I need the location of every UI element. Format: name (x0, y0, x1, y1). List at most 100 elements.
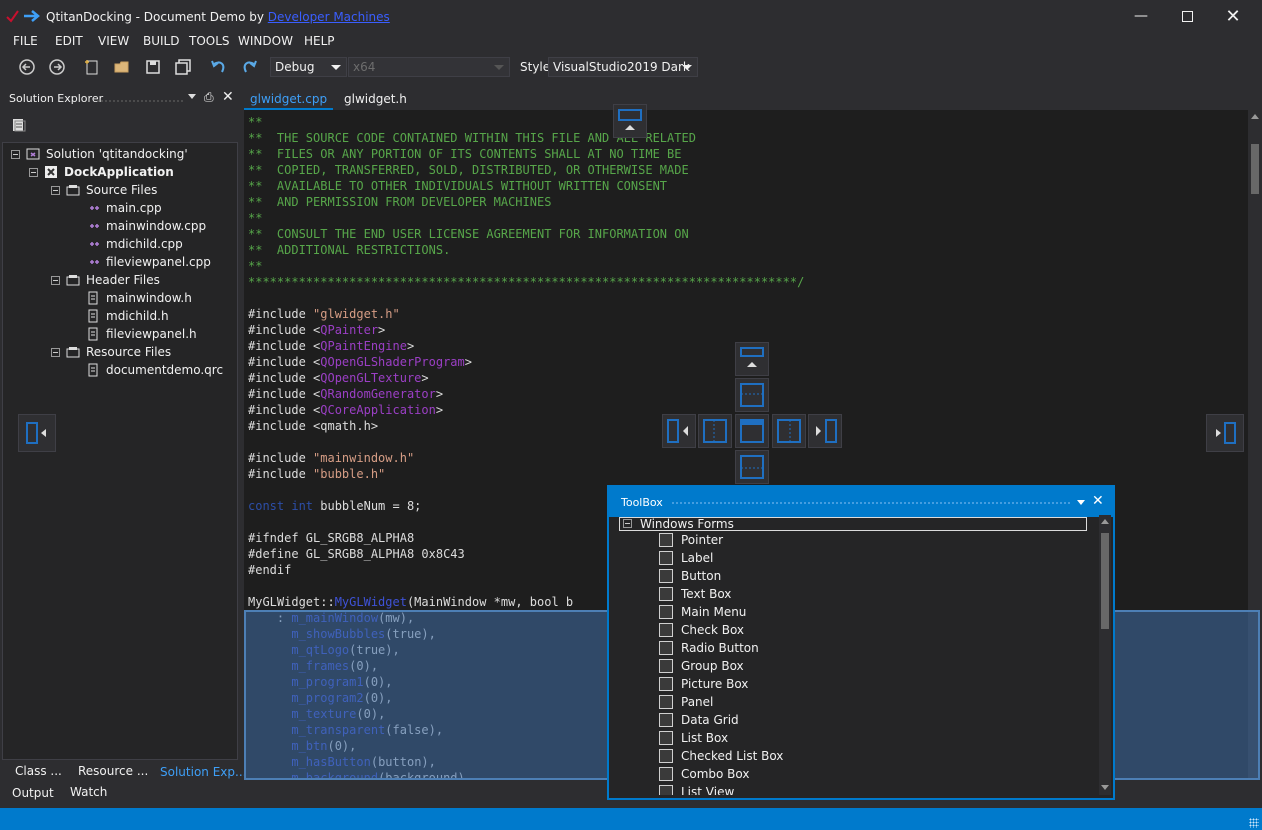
tab-watch[interactable]: Watch (70, 785, 107, 799)
compass-center[interactable] (735, 414, 769, 448)
code-line[interactable]: #include <QPainter> (248, 322, 804, 338)
code-line[interactable]: ** FILES OR ANY PORTION OF ITS CONTENTS … (248, 146, 804, 162)
menu-tools[interactable]: TOOLS (189, 34, 230, 48)
code-line[interactable]: ** AVAILABLE TO OTHER INDIVIDUALS WITHOU… (248, 178, 804, 194)
code-line[interactable]: ** (248, 258, 804, 274)
compass-right[interactable] (772, 414, 806, 448)
toolbox-item[interactable]: Panel (659, 693, 713, 711)
scroll-thumb[interactable] (1251, 144, 1259, 194)
tree-item[interactable]: fileviewpanel.h (71, 325, 197, 343)
toolbox-item[interactable]: Text Box (659, 585, 731, 603)
collapse-icon[interactable] (11, 149, 20, 159)
scroll-up-icon[interactable] (1251, 114, 1259, 119)
close-window-button[interactable]: ✕ (1210, 0, 1256, 32)
compass-left-outer[interactable] (662, 414, 696, 448)
drag-grip[interactable] (671, 501, 1071, 505)
menu-build[interactable]: BUILD (143, 34, 179, 48)
code-line[interactable]: ** THE SOURCE CODE CONTAINED WITHIN THIS… (248, 130, 804, 146)
developer-link[interactable]: Developer Machines (268, 10, 390, 24)
dock-left-hint[interactable] (18, 414, 56, 452)
toolbox-scrollbar[interactable] (1099, 515, 1111, 795)
code-line[interactable]: ** (248, 210, 804, 226)
code-line[interactable]: ****************************************… (248, 274, 804, 290)
toolbox-item[interactable]: Check Box (659, 621, 744, 639)
tree-item[interactable]: Header Files (51, 271, 160, 289)
scroll-down-icon[interactable] (1101, 785, 1109, 790)
code-line[interactable]: #include "glwidget.h" (248, 306, 804, 322)
dock-right-hint[interactable] (1206, 414, 1244, 452)
tab-glwidget-cpp[interactable]: glwidget.cpp (244, 88, 334, 110)
panel-menu-icon[interactable] (188, 94, 196, 99)
code-line[interactable]: ** (248, 114, 804, 130)
configuration-select[interactable]: Debug (270, 57, 347, 77)
save-all-icon[interactable] (174, 58, 192, 76)
pin-icon[interactable]: ⎙ (204, 90, 214, 105)
code-line[interactable] (248, 290, 804, 306)
tree-item[interactable]: main.cpp (71, 199, 162, 217)
code-line[interactable]: ** COPIED, TRANSFERRED, SOLD, DISTRIBUTE… (248, 162, 804, 178)
tree-item[interactable]: Solution 'qtitandocking' (11, 145, 188, 163)
tab-resource-view[interactable]: Resource ... (78, 764, 148, 778)
tree-item[interactable]: fileviewpanel.cpp (71, 253, 211, 271)
forward-icon[interactable] (48, 58, 66, 76)
minimize-button[interactable]: — (1118, 0, 1164, 32)
tree-item[interactable]: mdichild.h (71, 307, 169, 325)
undo-icon[interactable] (210, 58, 228, 76)
toolbox-item[interactable]: Combo Box (659, 765, 750, 783)
close-toolbox-icon[interactable]: ✕ (1092, 493, 1104, 509)
code-line[interactable]: ** ADDITIONAL RESTRICTIONS. (248, 242, 804, 258)
code-line[interactable]: ** AND PERMISSION FROM DEVELOPER MACHINE… (248, 194, 804, 210)
toolbox-item[interactable]: Picture Box (659, 675, 748, 693)
compass-top[interactable] (735, 378, 769, 412)
toolbox-item[interactable]: Checked List Box (659, 747, 783, 765)
menu-file[interactable]: FILE (13, 34, 38, 48)
compass-right-outer[interactable] (808, 414, 842, 448)
redo-icon[interactable] (240, 58, 258, 76)
scroll-up-icon[interactable] (1101, 519, 1109, 524)
back-icon[interactable] (18, 58, 36, 76)
menu-edit[interactable]: EDIT (55, 34, 83, 48)
toolbox-item[interactable]: Group Box (659, 657, 744, 675)
tab-output[interactable]: Output (12, 786, 54, 800)
tree-item[interactable]: mainwindow.h (71, 289, 192, 307)
tree-item[interactable]: mainwindow.cpp (71, 217, 206, 235)
toolbox-menu-icon[interactable] (1077, 500, 1085, 505)
tree-item[interactable]: mdichild.cpp (71, 235, 183, 253)
save-icon[interactable] (144, 58, 162, 76)
collapse-icon[interactable] (51, 275, 60, 285)
resize-grip-icon[interactable] (1249, 818, 1259, 828)
new-file-icon[interactable] (83, 58, 101, 76)
collapse-icon[interactable] (623, 519, 632, 528)
toolbox-item[interactable]: Data Grid (659, 711, 739, 729)
open-folder-icon[interactable] (113, 58, 131, 76)
tree-item[interactable]: Source Files (51, 181, 157, 199)
toolbox-item[interactable]: Main Menu (659, 603, 746, 621)
toolbox-item[interactable]: Pointer (659, 531, 723, 549)
collapse-icon[interactable] (51, 347, 60, 357)
toolbox-item[interactable]: Button (659, 567, 721, 585)
tree-item[interactable]: documentdemo.qrc (71, 361, 223, 379)
tab-glwidget-h[interactable]: glwidget.h (338, 88, 413, 110)
tab-class-view[interactable]: Class ... (15, 764, 62, 778)
code-line[interactable]: ** CONSULT THE END USER LICENSE AGREEMEN… (248, 226, 804, 242)
toolbox-header[interactable]: ToolBox ✕ (609, 487, 1113, 517)
close-panel-icon[interactable]: ✕ (222, 89, 234, 105)
menu-help[interactable]: HELP (304, 34, 335, 48)
menu-window[interactable]: WINDOW (238, 34, 293, 48)
toolbox-item[interactable]: List View (659, 783, 734, 795)
tab-solution-explorer[interactable]: Solution Exp... (160, 765, 246, 779)
toolbox-panel[interactable]: ToolBox ✕ Windows Forms Pointer Label Butt… (607, 485, 1115, 800)
scroll-thumb[interactable] (1101, 533, 1109, 629)
menu-view[interactable]: VIEW (98, 34, 129, 48)
drag-grip[interactable] (96, 99, 184, 103)
collapse-icon[interactable] (51, 185, 60, 195)
tree-item[interactable]: Resource Files (51, 343, 171, 361)
toolbox-group-windows-forms[interactable]: Windows Forms (619, 517, 1087, 531)
collapse-icon[interactable] (29, 167, 38, 177)
style-select[interactable]: VisualStudio2019 Dark (548, 57, 698, 77)
toolbox-item[interactable]: Radio Button (659, 639, 759, 657)
toolbox-item[interactable]: List Box (659, 729, 728, 747)
dock-top-guide[interactable] (613, 104, 647, 138)
toolbox-item[interactable]: Label (659, 549, 713, 567)
tree-item[interactable]: DockApplication (29, 163, 174, 181)
